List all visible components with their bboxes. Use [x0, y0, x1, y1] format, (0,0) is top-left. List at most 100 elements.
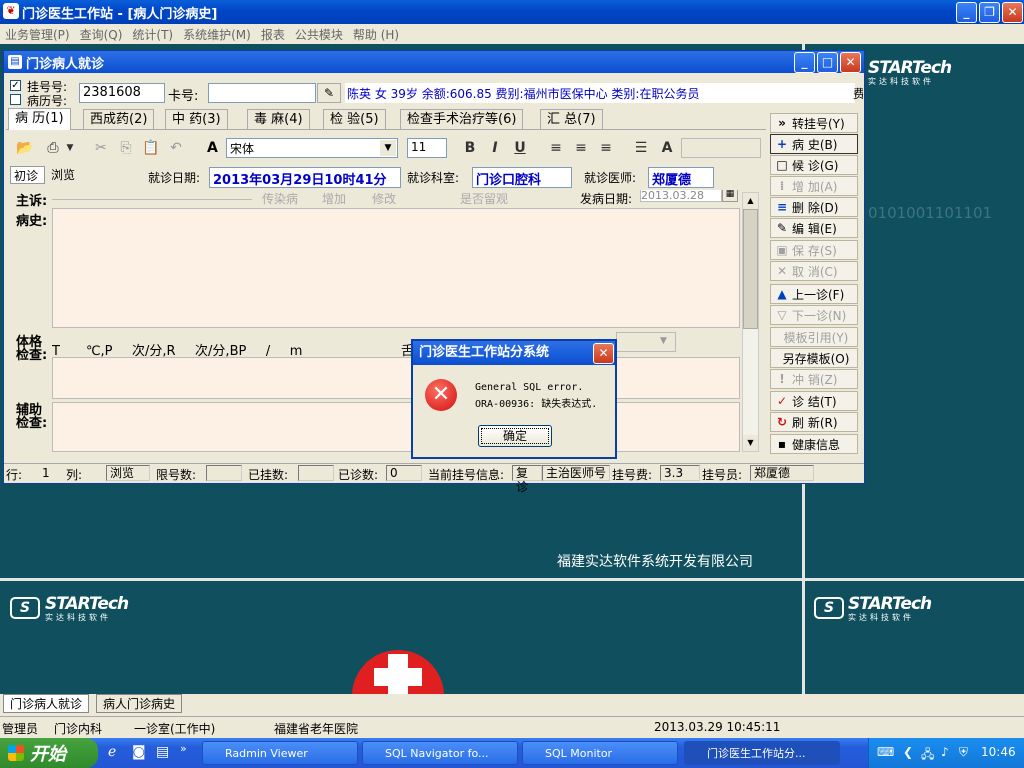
app-shortcut-icon[interactable]: ▤ — [156, 744, 169, 760]
undo-icon[interactable]: ↶ — [165, 138, 187, 158]
finish-visit-button[interactable]: ✓ 诊 结(T) — [770, 391, 858, 411]
tab-summary[interactable]: 汇 总(7) — [540, 109, 603, 129]
exam-select[interactable] — [616, 332, 676, 352]
ok-button[interactable]: 确定 — [478, 425, 552, 447]
infectious-checkbox-label[interactable]: 传染病 — [262, 190, 298, 207]
task-sql-monitor[interactable]: SQL Monitor — [522, 741, 678, 765]
history-checkbox[interactable] — [10, 94, 21, 105]
bottom-tab-visit[interactable]: 门诊病人就诊 — [3, 694, 90, 713]
tab-chinese-medicine[interactable]: 中 药(3) — [165, 109, 228, 129]
onset-date-field[interactable]: 2013.03.28 — [640, 190, 722, 202]
task-radmin[interactable]: Radmin Viewer — [202, 741, 358, 765]
calendar-icon[interactable]: ▦ — [722, 190, 738, 202]
logo-mark: S — [814, 597, 844, 619]
dialog-close-button[interactable]: ✕ — [593, 343, 614, 364]
exam-dropdown-icon[interactable]: ▼ — [660, 336, 667, 346]
copy-icon[interactable]: ⎘ — [115, 138, 137, 158]
prev-visit-button[interactable]: ▲ 上一诊(F) — [770, 284, 858, 304]
tab-history[interactable]: 病 历(1) — [8, 108, 71, 130]
open-folder-icon[interactable]: 📂 — [14, 138, 36, 158]
minimize-button[interactable]: _ — [956, 2, 977, 23]
scroll-thumb[interactable] — [743, 209, 758, 329]
align-center-icon[interactable]: ≡ — [570, 138, 592, 158]
card-reader-icon[interactable]: ✎ — [317, 83, 341, 103]
health-info-button[interactable]: ▪ 健康信息 — [770, 434, 858, 454]
volume-icon[interactable]: ♪ — [941, 745, 949, 759]
reg-number-field[interactable]: 2381608 — [79, 83, 165, 103]
paste-icon[interactable]: 📋 — [140, 138, 162, 158]
refresh-button[interactable]: ↻ 刷 新(R) — [770, 412, 858, 432]
scroll-up-icon[interactable]: ▲ — [743, 193, 758, 209]
child-maximize-button[interactable]: □ — [817, 52, 838, 73]
subtab-browse[interactable]: 浏览 — [48, 166, 83, 184]
reg-checkbox[interactable]: ✓ — [10, 80, 21, 91]
button-label: 候 诊(G) — [792, 158, 839, 173]
menu-stats[interactable]: 统计(T) — [127, 26, 178, 43]
task-clinic-app[interactable]: 门诊医生工作站分... — [684, 741, 840, 765]
underline-icon[interactable]: U — [509, 138, 531, 158]
child-close-button[interactable]: ✕ — [840, 52, 861, 73]
menu-reports[interactable]: 报表 — [256, 26, 290, 43]
chief-complaint-field[interactable] — [52, 190, 252, 200]
font-dropdown-icon[interactable]: ▼ — [380, 140, 396, 156]
bottom-tab-history[interactable]: 病人门诊病史 — [96, 694, 183, 713]
italic-icon[interactable]: I — [484, 138, 506, 158]
bullets-icon[interactable]: ☰ — [630, 138, 652, 158]
align-right-icon[interactable]: ≡ — [595, 138, 617, 158]
clock[interactable]: 10:46 — [981, 745, 1016, 759]
desktop-icon[interactable]: ◙ — [132, 744, 146, 760]
menu-public[interactable]: 公共模块 — [290, 26, 348, 43]
close-button[interactable]: ✕ — [1002, 2, 1023, 23]
cut-icon[interactable]: ✂ — [90, 138, 112, 158]
font-size-field[interactable]: 11 — [407, 138, 447, 158]
exam-textarea[interactable] — [52, 357, 740, 399]
transfer-reg-button[interactable]: » 转挂号(Y) — [770, 113, 858, 133]
divider — [0, 578, 1024, 581]
waiting-button[interactable]: □ 候 诊(G) — [770, 155, 858, 175]
template-ref-button[interactable]: 模板引用(Y) — [770, 327, 858, 347]
observation-checkbox-label[interactable]: 是否留观 — [460, 190, 508, 207]
network-icon[interactable]: 🖧 — [921, 745, 934, 766]
add-record-button[interactable]: ⁞ 增 加(A) — [770, 176, 858, 196]
next-visit-button[interactable]: ▽ 下一诊(N) — [770, 305, 858, 325]
menu-business[interactable]: 业务管理(P) — [0, 26, 75, 43]
save-button[interactable]: ▣ 保 存(S) — [770, 240, 858, 260]
text-color-icon[interactable]: A — [656, 138, 678, 158]
align-left-icon[interactable]: ≡ — [545, 138, 567, 158]
menu-help[interactable]: 帮助 (H) — [348, 26, 404, 43]
menu-query[interactable]: 查询(Q) — [75, 26, 128, 43]
task-sql-navigator[interactable]: SQL Navigator fo... — [362, 741, 518, 765]
menu-system[interactable]: 系统维护(M) — [178, 26, 256, 43]
security-icon[interactable]: ⛨ — [959, 745, 968, 760]
vertical-scrollbar[interactable]: ▲ ▼ — [742, 192, 759, 452]
add-button[interactable]: 增加 — [322, 190, 346, 207]
more-icon[interactable]: » — [180, 742, 187, 755]
history-button[interactable]: + 病 史(B) — [770, 134, 858, 154]
registrar-label: 挂号员: — [702, 468, 743, 482]
print-dropdown-icon[interactable]: ▼ — [64, 138, 76, 158]
save-template-button[interactable]: 另存模板(O) — [770, 348, 858, 368]
cancel-button[interactable]: ✕ 取 消(C) — [770, 261, 858, 281]
tab-exam-procedures[interactable]: 检查手术治疗等(6) — [400, 109, 524, 129]
delete-button[interactable]: ≡ 删 除(D) — [770, 197, 858, 217]
tab-western-medicine[interactable]: 西成药(2) — [83, 109, 155, 129]
tab-lab-tests[interactable]: 检 验(5) — [323, 109, 386, 129]
print-icon[interactable]: ⎙ — [42, 138, 64, 158]
tab-narcotics[interactable]: 毒 麻(4) — [247, 109, 310, 129]
card-number-field[interactable] — [208, 83, 316, 103]
expand-tray-icon[interactable]: ❮ — [903, 745, 913, 759]
write-off-button[interactable]: ! 冲 销(Z) — [770, 369, 858, 389]
ie-icon[interactable]: ℯ — [108, 744, 116, 760]
keyboard-icon[interactable]: ⌨ — [877, 745, 894, 759]
font-name-select[interactable]: 宋体 — [226, 138, 398, 158]
child-minimize-button[interactable]: _ — [794, 52, 815, 73]
button-label: 转挂号(Y) — [792, 116, 845, 131]
bold-icon[interactable]: B — [459, 138, 481, 158]
edit-record-button[interactable]: ✎ 编 辑(E) — [770, 218, 858, 238]
edit-button[interactable]: 修改 — [372, 190, 396, 207]
scroll-down-icon[interactable]: ▼ — [743, 435, 758, 451]
history-textarea[interactable] — [52, 208, 740, 328]
subtab-first-visit[interactable]: 初诊 — [10, 166, 45, 184]
aux-exam-textarea[interactable] — [52, 402, 740, 452]
restore-button[interactable]: ❐ — [979, 2, 1000, 23]
